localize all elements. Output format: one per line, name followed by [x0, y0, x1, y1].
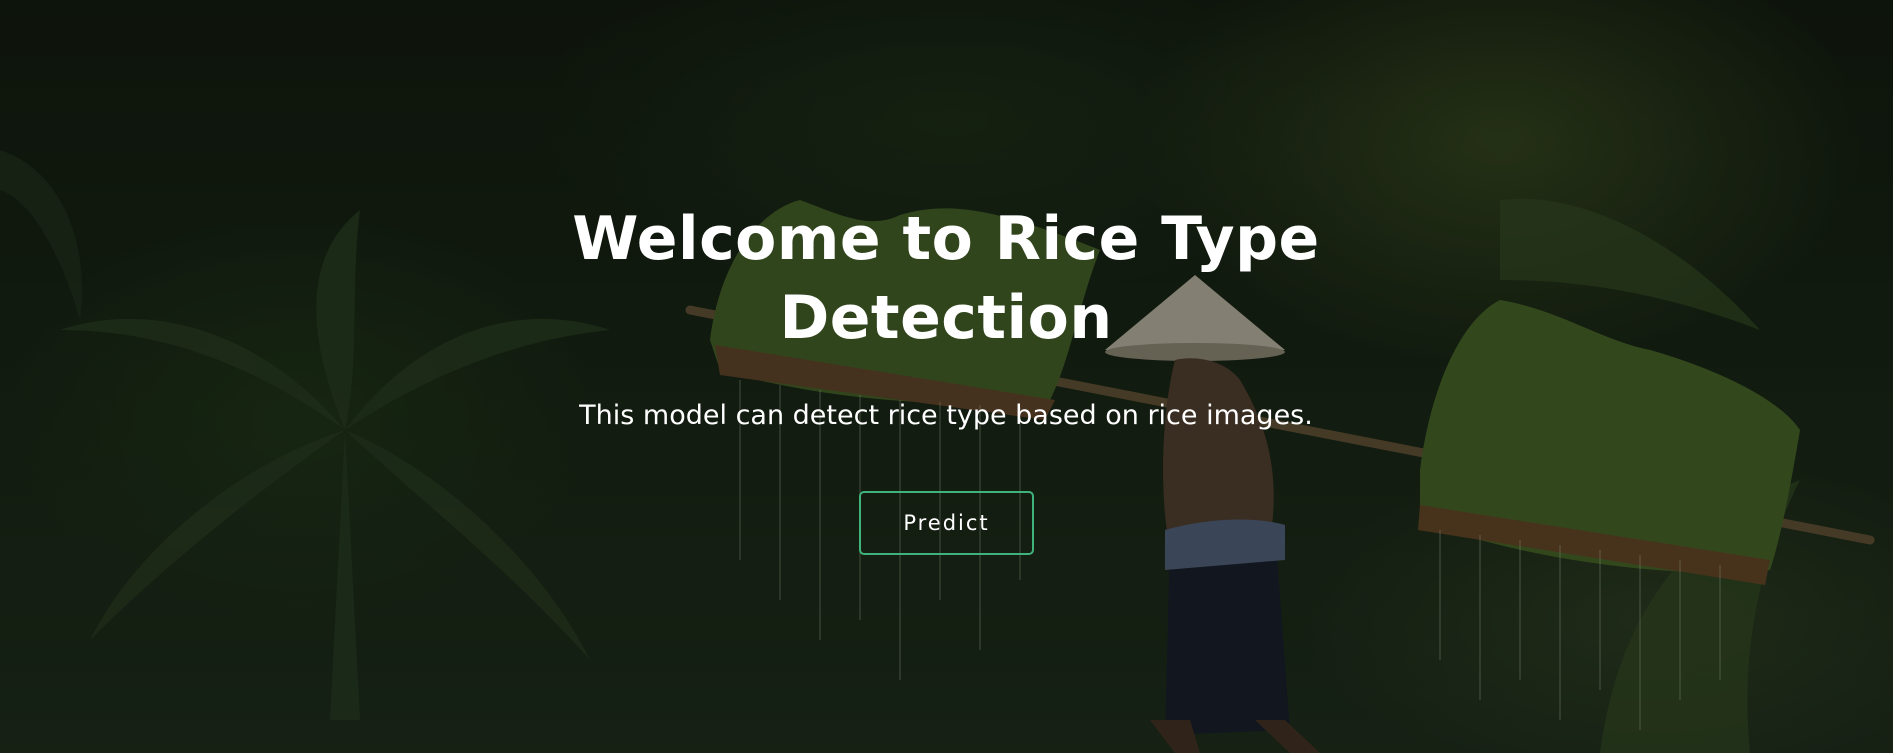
- hero-section: Welcome to Rice Type Detection This mode…: [0, 0, 1893, 753]
- page-subtitle: This model can detect rice type based on…: [579, 400, 1313, 431]
- predict-button[interactable]: Predict: [859, 491, 1034, 555]
- page-title: Welcome to Rice Type Detection: [572, 204, 1320, 353]
- hero-content: Welcome to Rice Type Detection This mode…: [0, 0, 1893, 753]
